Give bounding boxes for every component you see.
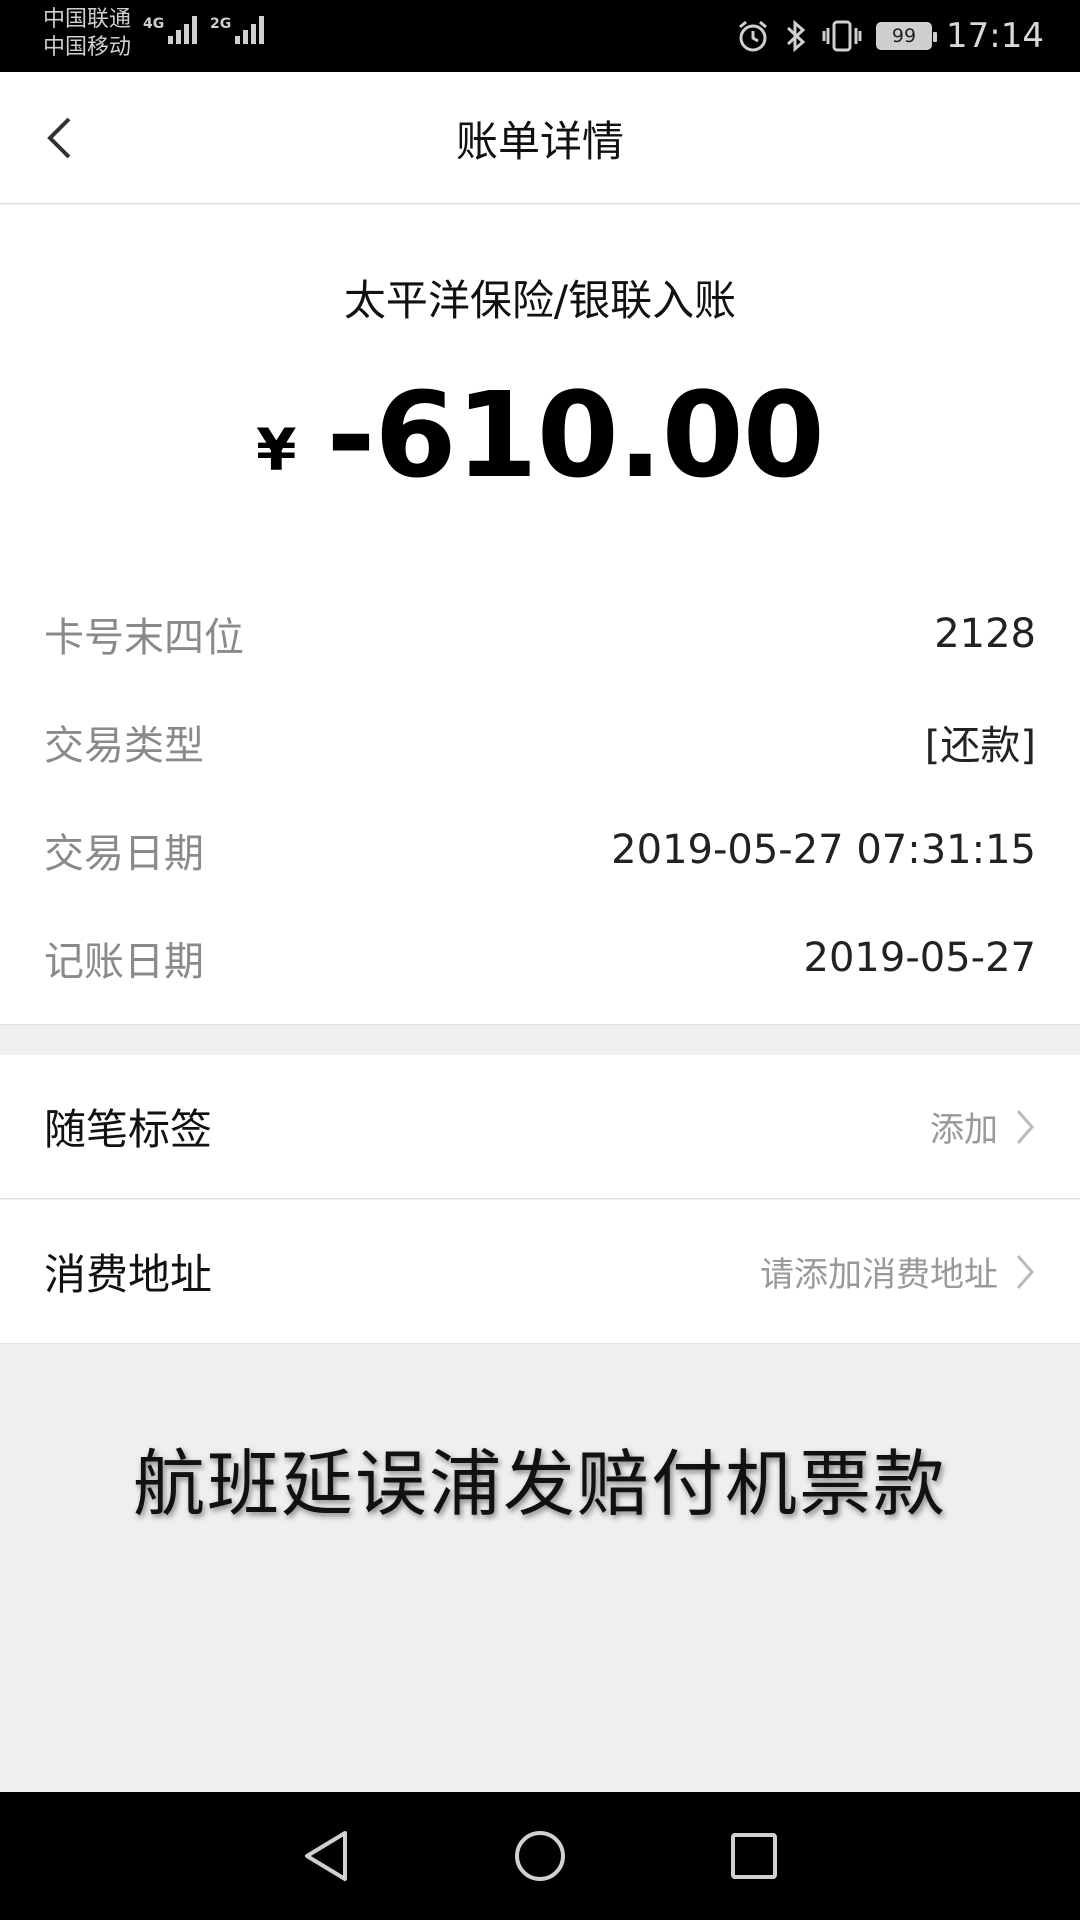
info-list: 卡号末四位 2128 交易类型 [还款] 交易日期 2019-05-27 07:… bbox=[44, 580, 1036, 1012]
chevron-right-icon bbox=[1016, 1254, 1034, 1289]
system-nav-bar bbox=[0, 1792, 1080, 1920]
info-label: 记账日期 bbox=[44, 939, 204, 985]
spending-address-row[interactable]: 消费地址 请添加消费地址 bbox=[0, 1200, 1080, 1344]
notes-tags-action: 添加 bbox=[930, 1102, 1036, 1151]
bluetooth-icon bbox=[786, 19, 806, 53]
info-label: 交易日期 bbox=[44, 831, 204, 877]
amount-row: ¥ -610.00 bbox=[0, 366, 1080, 504]
nav-header: 账单详情 bbox=[0, 72, 1080, 204]
square-recents-icon bbox=[731, 1833, 777, 1879]
info-row-transaction-date: 交易日期 2019-05-27 07:31:15 bbox=[44, 796, 1036, 904]
clock: 17:14 bbox=[946, 16, 1044, 56]
signal-1-icon: 4G bbox=[143, 16, 198, 44]
transaction-amount: -610.00 bbox=[326, 366, 825, 504]
nav-back-button[interactable] bbox=[294, 1824, 358, 1888]
info-row-posting-date: 记账日期 2019-05-27 bbox=[44, 904, 1036, 1012]
battery-icon: 99 bbox=[876, 22, 938, 50]
info-label: 交易类型 bbox=[44, 723, 204, 769]
net-type-1: 4G bbox=[143, 16, 165, 32]
info-value: 2128 bbox=[934, 611, 1036, 657]
circle-home-icon bbox=[515, 1831, 565, 1881]
info-value: 2019-05-27 bbox=[803, 935, 1036, 981]
chevron-right-icon bbox=[1016, 1109, 1034, 1144]
info-value: [还款] bbox=[924, 723, 1036, 769]
notes-tags-label: 随笔标签 bbox=[44, 1105, 213, 1154]
page-title: 账单详情 bbox=[455, 116, 624, 166]
battery-level: 99 bbox=[891, 25, 917, 47]
net-type-2: 2G bbox=[210, 16, 232, 32]
triangle-back-icon bbox=[305, 1831, 347, 1881]
carrier-names: 中国联通 中国移动 bbox=[43, 6, 131, 62]
spending-address-action: 请添加消费地址 bbox=[760, 1247, 1036, 1296]
bill-detail-card: 太平洋保险/银联入账 ¥ -610.00 卡号末四位 2128 交易类型 [还款… bbox=[0, 205, 1080, 1025]
caption-overlay: 航班延误浦发赔付机票款 bbox=[132, 1442, 947, 1526]
status-right: 99 17:14 bbox=[736, 0, 1044, 72]
info-value: 2019-05-27 07:31:15 bbox=[611, 827, 1036, 873]
nav-home-button[interactable] bbox=[508, 1824, 572, 1888]
add-tag-hint: 添加 bbox=[930, 1110, 998, 1150]
alarm-icon bbox=[739, 20, 767, 52]
carrier-1: 中国联通 bbox=[43, 7, 132, 32]
currency-symbol: ¥ bbox=[256, 416, 297, 484]
add-address-hint: 请添加消费地址 bbox=[760, 1255, 998, 1295]
notes-tags-row[interactable]: 随笔标签 添加 bbox=[0, 1055, 1080, 1199]
merchant-name: 太平洋保险/银联入账 bbox=[343, 276, 737, 325]
info-row-transaction-type: 交易类型 [还款] bbox=[44, 688, 1036, 796]
spending-address-label: 消费地址 bbox=[44, 1250, 213, 1299]
nav-recents-button[interactable] bbox=[722, 1824, 786, 1888]
carrier-2: 中国移动 bbox=[43, 35, 132, 60]
signal-2-icon: 2G bbox=[210, 16, 265, 44]
vibrate-icon bbox=[822, 20, 862, 52]
status-bar: 中国联通 中国移动 4G 2G 99 17:14 bbox=[0, 0, 1080, 72]
info-row-card-last4: 卡号末四位 2128 bbox=[44, 580, 1036, 688]
info-label: 卡号末四位 bbox=[44, 615, 244, 661]
